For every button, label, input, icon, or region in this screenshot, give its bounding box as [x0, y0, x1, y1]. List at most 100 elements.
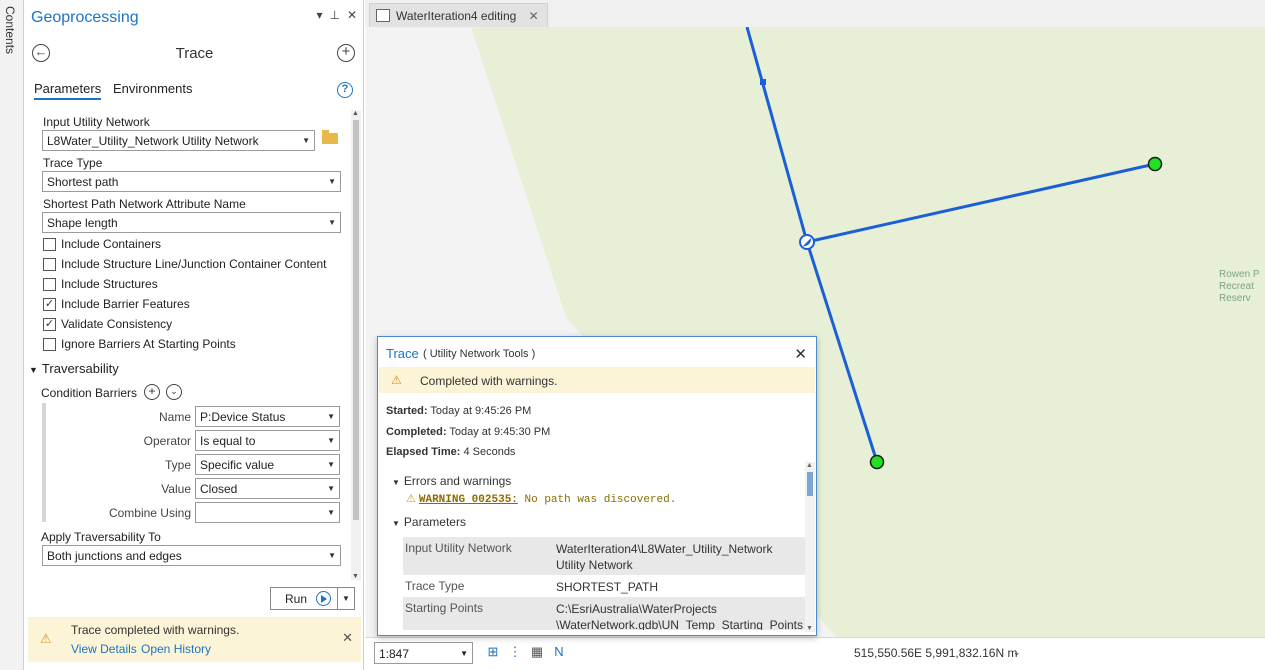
checkbox-box[interactable] [43, 237, 56, 251]
contents-side-tab[interactable]: Contents [0, 0, 24, 670]
checkbox-box[interactable] [43, 257, 56, 271]
scale-dropdown[interactable]: 1:847 ▼ [374, 642, 473, 664]
fixed-zoom-icon[interactable]: ⊞ [485, 644, 501, 660]
snapping-icon[interactable]: ⋮ [507, 644, 523, 660]
param-key: Trace Type [405, 579, 465, 593]
scroll-up-icon[interactable]: ▲ [806, 462, 813, 469]
starting-point-south[interactable] [869, 454, 885, 470]
completed-label: Completed: [386, 426, 447, 438]
validate-consistency-checkbox[interactable]: ✓ Validate Consistency [43, 317, 172, 331]
chevron-down-icon: ▼ [327, 460, 335, 469]
traversability-section-header[interactable]: ▼ Traversability [29, 361, 119, 376]
param-key: Starting Points [405, 601, 484, 615]
warning-icon: ⚠ [40, 631, 52, 646]
include-structures-checkbox[interactable]: Include Structures [43, 277, 158, 291]
chevron-down-icon: ▼ [327, 412, 335, 421]
scrollbar-thumb[interactable] [353, 120, 359, 520]
completed-row: Completed: Today at 9:45:30 PM [386, 426, 550, 438]
ignore-barriers-checkbox[interactable]: Ignore Barriers At Starting Points [43, 337, 236, 351]
popup-scrollbar[interactable]: ▲ ▼ [805, 462, 815, 632]
chevron-down-icon: ▼ [327, 484, 335, 493]
tool-name: Trace [175, 45, 214, 62]
view-details-link[interactable]: View Details [71, 642, 137, 656]
checkbox-box[interactable] [43, 277, 56, 291]
checkbox-box[interactable] [43, 337, 56, 351]
parameters-scrollbar[interactable]: ▲ ▼ [351, 110, 361, 580]
shortest-path-attr-dropdown[interactable]: Shape length ▼ [42, 212, 341, 233]
add-barrier-icon[interactable]: + [144, 384, 160, 400]
apply-traversability-label: Apply Traversability To [41, 530, 161, 544]
table-row: Input Utility Network WaterIteration4\L8… [403, 537, 806, 575]
chevron-down-icon: ▼ [460, 649, 468, 658]
chevron-down-icon[interactable]: ⌄ [1013, 647, 1021, 658]
open-history-link[interactable]: Open History [141, 642, 211, 656]
input-network-value: L8Water_Utility_Network Utility Network [47, 134, 259, 148]
checkbox-label: Ignore Barriers At Starting Points [61, 337, 236, 351]
park-label-line: Reserv [1219, 293, 1251, 304]
pin-icon[interactable]: ⊥ [329, 8, 339, 22]
barrier-name-dropdown[interactable]: P:Device Status ▼ [195, 406, 340, 427]
close-popup-icon[interactable]: ✕ [794, 345, 807, 363]
warning-code-link[interactable]: WARNING 002535: [419, 494, 518, 506]
collapse-barrier-icon[interactable]: ⌄ [166, 384, 182, 400]
checkbox-label: Include Containers [61, 237, 162, 251]
trace-type-dropdown[interactable]: Shortest path ▼ [42, 171, 341, 192]
tab-environments[interactable]: Environments [113, 81, 192, 96]
elapsed-row: Elapsed Time: 4 Seconds [386, 446, 515, 458]
browse-folder-icon[interactable] [322, 130, 338, 144]
play-icon [316, 591, 331, 606]
status-message-bar: ⚠ Trace completed with warnings. View De… [28, 617, 361, 662]
map-view-tab[interactable]: WaterIteration4 editing ✕ [369, 3, 548, 27]
checkbox-box[interactable]: ✓ [43, 317, 56, 331]
scroll-down-icon[interactable]: ▼ [352, 573, 359, 580]
type-dropdown[interactable]: Specific value ▼ [195, 454, 340, 475]
pipe-fitting[interactable] [760, 79, 766, 85]
add-icon[interactable]: + [337, 44, 355, 62]
warning-message: ⚠ WARNING 002535: No path was discovered. [406, 492, 676, 506]
table-row: Starting Points C:\EsriAustralia\WaterPr… [403, 597, 806, 630]
include-structure-content-checkbox[interactable]: Include Structure Line/Junction Containe… [43, 257, 327, 271]
chevron-down-icon: ▼ [328, 177, 336, 186]
close-tab-icon[interactable]: ✕ [529, 9, 539, 23]
park-label-line: Rowen P [1219, 269, 1260, 280]
operator-dropdown[interactable]: Is equal to ▼ [195, 430, 340, 451]
warning-icon: ⚠ [406, 493, 416, 505]
checkbox-box[interactable]: ✓ [43, 297, 56, 311]
geoprocessing-pane: Geoprocessing ▾ ⊥ ✕ ← Trace + Parameters… [25, 0, 364, 670]
chevron-down-icon: ▼ [392, 519, 400, 528]
park-label-line: Recreat [1219, 281, 1255, 292]
close-pane-icon[interactable]: ✕ [347, 8, 357, 22]
pane-menu-icon[interactable]: ▾ [316, 8, 322, 22]
value-label: Value [161, 482, 191, 496]
include-containers-checkbox[interactable]: Include Containers [43, 237, 161, 251]
combine-using-dropdown[interactable]: ▼ [195, 502, 340, 523]
scale-value: 1:847 [379, 647, 410, 661]
grid-icon[interactable]: ▦ [529, 644, 545, 660]
tab-parameters[interactable]: Parameters [34, 81, 102, 100]
dismiss-message-icon[interactable]: ✕ [342, 630, 353, 646]
north-arrow-icon[interactable]: N [551, 644, 567, 660]
value-dropdown[interactable]: Closed ▼ [195, 478, 340, 499]
errors-section-header[interactable]: ▼ Errors and warnings [392, 474, 511, 488]
scroll-up-icon[interactable]: ▲ [352, 110, 359, 117]
run-options-dropdown[interactable]: ▼ [337, 587, 355, 610]
chevron-down-icon: ▼ [328, 551, 336, 560]
apply-traversability-dropdown[interactable]: Both junctions and edges ▼ [42, 545, 341, 566]
trace-result-popup: Trace ( Utility Network Tools ) ✕ ⚠ Comp… [377, 336, 817, 636]
checkbox-label: Validate Consistency [61, 317, 173, 331]
parameters-table: Input Utility Network WaterIteration4\L8… [403, 537, 806, 630]
chevron-down-icon: ▼ [327, 436, 335, 445]
scroll-down-icon[interactable]: ▼ [806, 625, 813, 632]
run-button[interactable]: Run [270, 587, 338, 610]
scrollbar-thumb[interactable] [807, 472, 813, 496]
park-label: Rowen P Recreat Reserv [1219, 269, 1260, 305]
input-network-dropdown[interactable]: L8Water_Utility_Network Utility Network … [42, 130, 315, 151]
shortest-path-attr-value: Shape length [47, 216, 118, 230]
apply-traversability-value: Both junctions and edges [47, 549, 182, 563]
include-barrier-features-checkbox[interactable]: ✓ Include Barrier Features [43, 297, 190, 311]
help-icon[interactable]: ? [337, 82, 353, 98]
starting-point-east[interactable] [1147, 156, 1163, 172]
parameters-section-header[interactable]: ▼ Parameters [392, 515, 466, 529]
table-row: Trace Type SHORTEST_PATH [403, 575, 806, 597]
barrier-name-label: Name [158, 410, 191, 424]
